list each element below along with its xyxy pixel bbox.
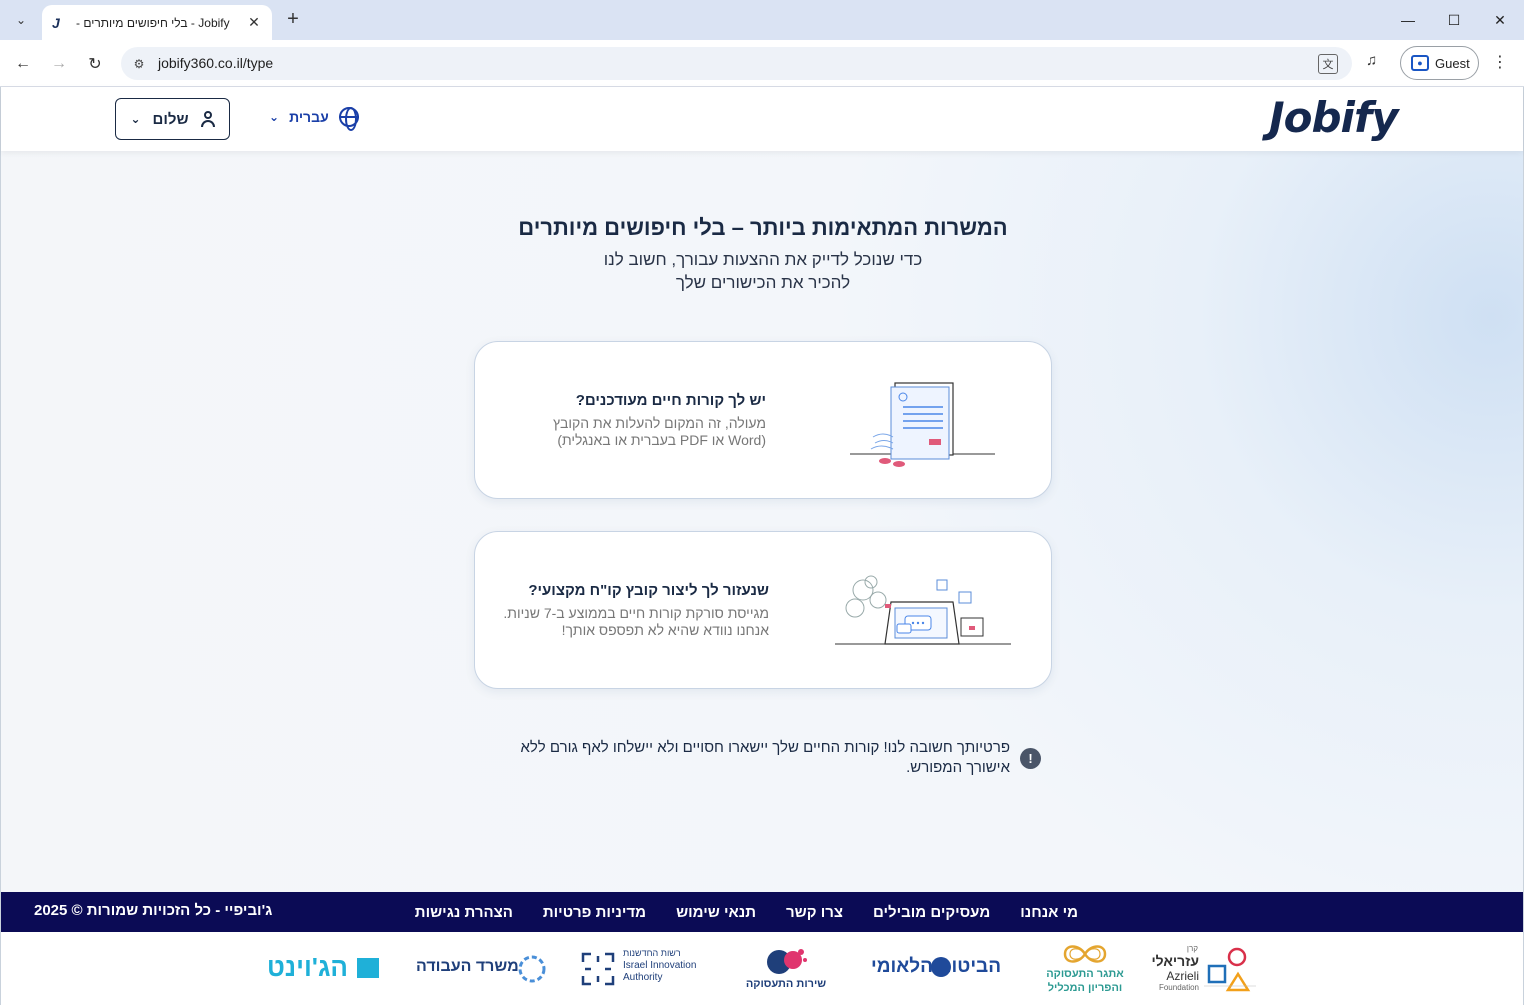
create-cv-card[interactable]: שנעזור לך ליצור קובץ קו"ח מקצועי? מגייסת… [474,531,1052,689]
page: Jobify ⌄ עברית ⌄ שלום המשרות המתאימות בי… [0,87,1524,1005]
site-info-icon[interactable]: ⚙ [129,54,149,74]
innovation-authority-icon [581,952,615,986]
joint-emblem-icon [357,958,379,978]
reload-icon[interactable]: ↻ [83,52,107,76]
footer-links: מי אנחנו מעסיקים מובילים צרו קשר תנאי שי… [415,892,1078,932]
azrieli-english: Azrieli [1166,969,1199,983]
employment-challenge-line2: והפריון המכליל [1047,982,1123,994]
footer-link-employers[interactable]: מעסיקים מובילים [873,904,990,921]
chevron-down-icon: ⌄ [269,110,280,124]
joint-text: הג'וינט [267,952,348,982]
card-description-line: מעולה, זה המקום להעלות את הקובץ [552,415,766,431]
new-tab-icon[interactable]: + [282,8,304,31]
innovation-english-2: Authority [623,972,663,983]
employment-service-text: שירות התעסוקה [745,978,827,990]
footer-link-terms[interactable]: תנאי שימוש [676,904,756,921]
forward-icon[interactable]: → [47,52,71,76]
azrieli-foundation-logo: קרן עזריאלי Azrieli Foundation [1151,944,1256,996]
browser-tabbar: ⌄ J Jobify - בלי חיפושים מיותרים - ✕ + —… [0,0,1524,40]
exclamation-icon: ! [1020,748,1041,769]
subtitle-line: להכיר את הכישורים שלך [675,273,851,292]
tab-search-chevron-icon[interactable]: ⌄ [8,7,34,33]
logo[interactable]: Jobify [1269,93,1399,142]
labor-ministry-logo: משרד העבודה [416,954,551,984]
card-description-line: (Word או PDF בעברית או באנגלית) [557,432,766,448]
omnibox[interactable]: ⚙ jobify360.co.il/type 文 [121,47,1352,80]
footer-bar: מי אנחנו מעסיקים מובילים צרו קשר תנאי שי… [1,892,1523,932]
user-greeting: שלום [152,110,189,128]
copyright: ג'וביפיי - כל הזכויות שמורות © 2025 [34,902,273,919]
site-header: Jobify ⌄ עברית ⌄ שלום [1,87,1523,151]
address-bar: ← → ↻ ⚙ jobify360.co.il/type 文 ♫ ● Guest… [0,40,1524,87]
employment-service-icon [767,949,807,974]
browser-menu-icon[interactable]: ⋮ [1490,52,1510,72]
language-label: עברית [289,109,329,125]
footer-link-contact[interactable]: צרו קשר [786,904,843,921]
back-icon[interactable]: ← [11,52,35,76]
national-insurance-emblem-icon [931,957,951,977]
innovation-hebrew: רשות החדשנות [623,948,681,958]
privacy-notice: ! פרטיותך חשובה לנו! קורות החיים שלך ייש… [506,738,1041,778]
favicon-icon: J [52,14,60,31]
joint-logo: הג'וינט [267,952,382,984]
card-text: שנעזור לך ליצור קובץ קו"ח מקצועי? מגייסת… [503,582,769,639]
innovation-authority-logo: רשות החדשנות Israel Innovation Authority [581,948,711,988]
labor-ministry-emblem-icon [518,955,546,983]
infinity-icon [1063,945,1107,963]
upload-cv-card[interactable]: יש לך קורות חיים מעודכנים? מעולה, זה המק… [474,341,1052,499]
profile-label: Guest [1435,55,1470,71]
page-title: המשרות המתאימות ביותר – בלי חיפושים מיות… [518,215,1008,240]
partner-logos: קרן עזריאלי Azrieli Foundation אתגר התעס… [1,932,1523,1005]
close-window-icon[interactable]: ✕ [1488,8,1512,32]
minimize-icon[interactable]: — [1396,8,1420,32]
employment-challenge-line1: אתגר התעסוקה [1046,968,1124,980]
azrieli-foundation-text: Foundation [1158,983,1199,992]
resume-document-illustration [850,382,995,467]
footer-link-privacy[interactable]: מדיניות פרטיות [543,904,646,921]
user-menu-button[interactable]: ⌄ שלום [115,98,230,140]
national-insurance-logo: הביטוח הלאומי [871,956,1016,982]
page-subtitle: כדי שנוכל לדייק את ההצעות עבורך, חשוב לנ… [463,248,1063,294]
language-selector[interactable]: ⌄ עברית [269,107,359,131]
labor-ministry-text: משרד העבודה [416,958,519,975]
employment-challenge-logo: אתגר התעסוקה והפריון המכליל [1043,942,1127,998]
tab-title: Jobify - בלי חיפושים מיותרים - [76,15,230,30]
user-icon [200,111,215,127]
laptop-chat-illustration [835,575,1011,645]
card-description: מגייסת סורקת קורות חיים בממוצע ב-7 שניות… [503,605,769,639]
card-title: יש לך קורות חיים מעודכנים? [575,392,766,409]
azrieli-hebrew: עזריאלי [1151,953,1199,969]
maximize-icon[interactable]: ☐ [1442,8,1466,32]
footer-link-accessibility[interactable]: הצהרת נגישות [415,904,513,921]
profile-icon: ● [1411,55,1429,71]
azrieli-shapes-icon [1204,947,1256,992]
card-description-line: אנחנו נוודא שהיא לא תפספס אותך! [561,622,769,638]
translate-icon[interactable]: 文 [1318,54,1338,74]
browser-tab[interactable]: J Jobify - בלי חיפושים מיותרים - ✕ [42,5,272,40]
media-control-icon[interactable]: ♫ [1366,52,1377,69]
card-description-line: מגייסת סורקת קורות חיים בממוצע ב-7 שניות… [503,605,769,621]
card-title: שנעזור לך ליצור קובץ קו"ח מקצועי? [528,582,769,599]
url-text[interactable]: jobify360.co.il/type [158,55,273,71]
card-description: מעולה, זה המקום להעלות את הקובץ (Word או… [553,415,766,449]
innovation-english-1: Israel Innovation [623,960,697,971]
tab-close-icon[interactable]: ✕ [246,14,262,31]
azrieli-small-text: קרן [1186,944,1198,953]
subtitle-line: כדי שנוכל לדייק את ההצעות עבורך, חשוב לנ… [603,250,923,269]
card-text: יש לך קורות חיים מעודכנים? מעולה, זה המק… [553,392,766,449]
globe-icon [338,107,359,131]
footer-link-about[interactable]: מי אנחנו [1020,904,1078,921]
employment-service-logo: שירות התעסוקה [741,946,831,996]
chevron-down-icon: ⌄ [130,112,141,126]
profile-button[interactable]: ● Guest [1400,46,1479,80]
privacy-text: פרטיותך חשובה לנו! קורות החיים שלך יישאר… [520,739,1010,776]
